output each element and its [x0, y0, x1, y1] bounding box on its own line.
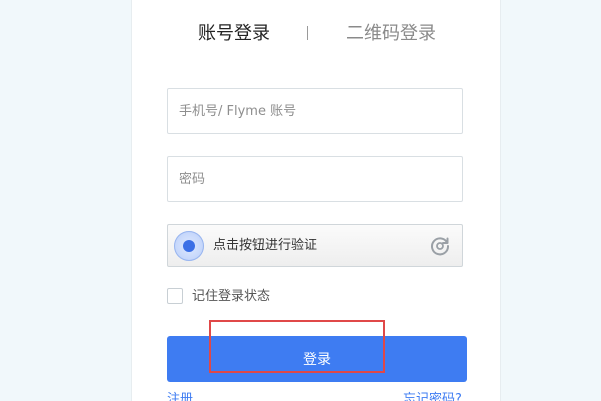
- account-input[interactable]: [168, 89, 462, 133]
- login-page: 账号登录 二维码登录 点击按钮进行验证 记住登录状态 登录 注册 忘记密: [0, 0, 601, 401]
- register-link[interactable]: 注册: [167, 392, 193, 401]
- refresh-icon[interactable]: [429, 235, 451, 257]
- verify-badge-icon: [174, 231, 204, 261]
- verify-dot: [183, 240, 195, 252]
- login-button[interactable]: 登录: [167, 336, 467, 382]
- password-field: [167, 156, 463, 202]
- tab-account-login[interactable]: 账号登录: [198, 22, 270, 46]
- account-field: [167, 88, 463, 134]
- verify-label: 点击按钮进行验证: [213, 238, 318, 253]
- captcha-verify-button[interactable]: 点击按钮进行验证: [167, 224, 463, 267]
- tab-separator: [307, 26, 308, 40]
- remember-label: 记住登录状态: [192, 289, 271, 304]
- password-input[interactable]: [168, 157, 462, 201]
- remember-checkbox[interactable]: [167, 288, 183, 304]
- forgot-password-link[interactable]: 忘记密码?: [403, 392, 462, 401]
- login-card: 账号登录 二维码登录 点击按钮进行验证 记住登录状态 登录 注册 忘记密: [131, 0, 501, 401]
- tab-qrcode-login[interactable]: 二维码登录: [346, 22, 436, 46]
